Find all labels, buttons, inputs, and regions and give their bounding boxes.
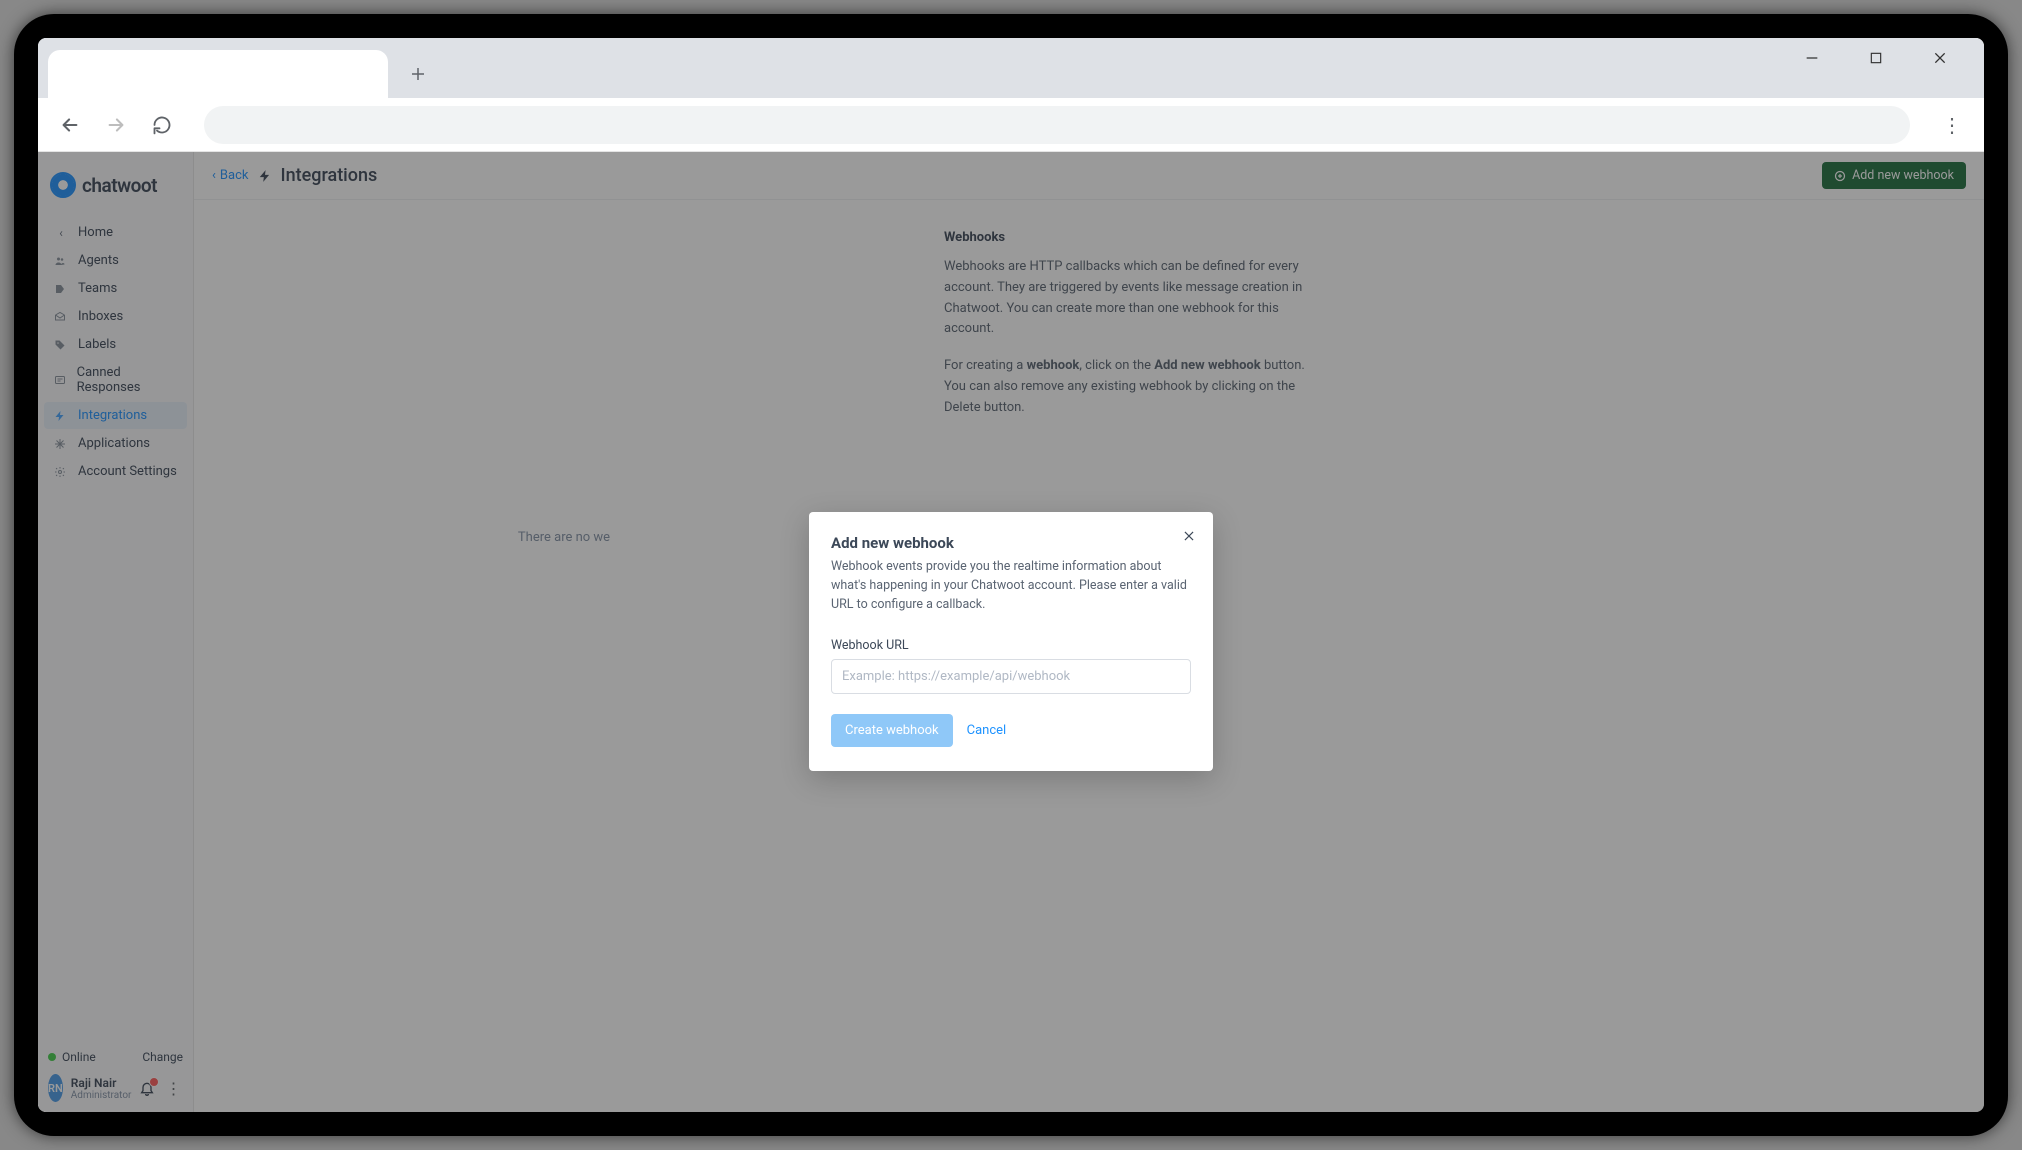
nav-back-button[interactable] [56, 111, 84, 139]
window-maximize-button[interactable] [1856, 38, 1896, 78]
address-bar[interactable] [204, 106, 1910, 144]
new-tab-button[interactable] [400, 56, 436, 92]
browser-menu-button[interactable]: ⋮ [1938, 113, 1966, 137]
browser-toolbar: ⋮ [38, 98, 1984, 152]
webhook-url-label: Webhook URL [831, 638, 1191, 653]
nav-reload-button[interactable] [148, 111, 176, 139]
webhook-url-input[interactable] [831, 659, 1191, 694]
browser-titlebar [38, 38, 1984, 98]
modal-close-button[interactable] [1179, 526, 1199, 546]
browser-tab[interactable] [48, 50, 388, 98]
modal-title: Add new webhook [831, 534, 1191, 552]
app: chatwoot ‹ Home Agents [38, 152, 1984, 1112]
nav-forward-button[interactable] [102, 111, 130, 139]
screen: ⋮ chatwoot ‹ Home [38, 38, 1984, 1112]
create-webhook-button[interactable]: Create webhook [831, 714, 953, 747]
window-close-button[interactable] [1920, 38, 1960, 78]
window-minimize-button[interactable] [1792, 38, 1832, 78]
device-frame: ⋮ chatwoot ‹ Home [14, 14, 2008, 1136]
modal-description: Webhook events provide you the realtime … [831, 558, 1191, 614]
cancel-button[interactable]: Cancel [967, 723, 1007, 738]
add-webhook-modal: Add new webhook Webhook events provide y… [809, 512, 1213, 771]
